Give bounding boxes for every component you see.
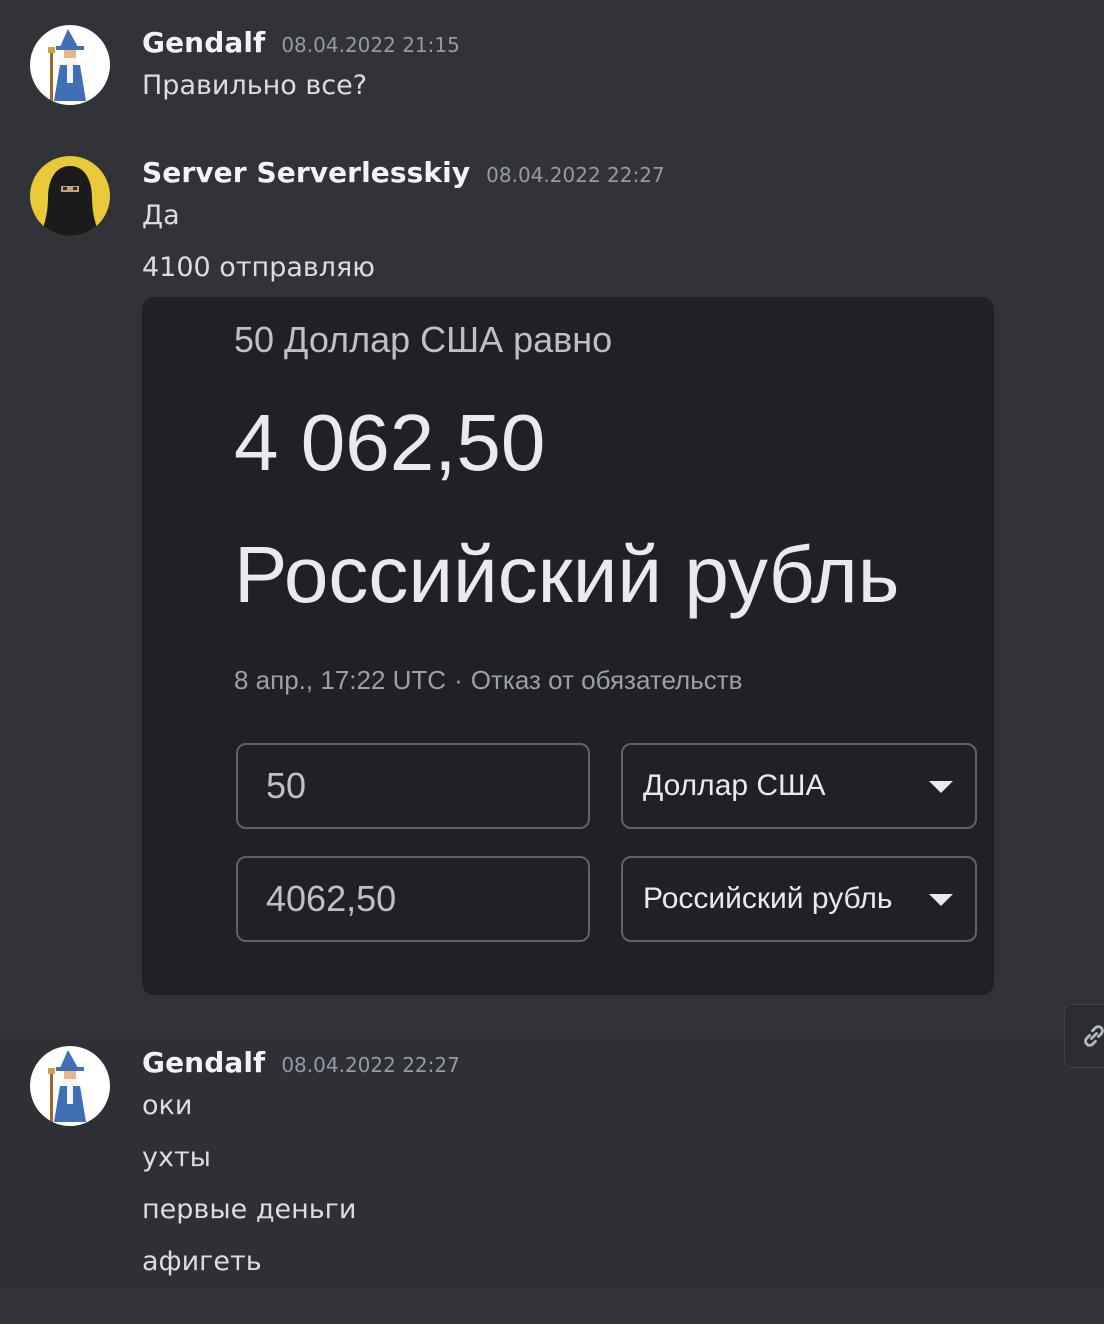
disclaimer-link: Отказ от обязательств [470, 665, 743, 695]
from-amount-value: 50 [266, 765, 307, 806]
conversion-meta: 8 апр., 17:22 UTC · Отказ от обязательств [234, 665, 742, 696]
wizard-icon [30, 25, 110, 105]
wizard-avatar[interactable] [30, 1046, 110, 1126]
hooded-figure-icon [30, 156, 110, 236]
from-currency-select: Доллар США [621, 743, 977, 829]
dropdown-caret-icon [929, 894, 953, 906]
conversion-result-currency: Российский рубль [234, 530, 900, 619]
conversion-date-time: 8 апр., 17:22 UTC [234, 665, 447, 695]
chat-messages: Gendalf 08.04.2022 21:15 Правильно все? … [0, 0, 1104, 1324]
wizard-icon [30, 1046, 110, 1126]
message-text: Да [142, 200, 180, 231]
to-amount-field: 4062,50 [236, 856, 590, 942]
hooded-figure-avatar[interactable] [30, 156, 110, 236]
conversion-result-amount: 4 062,50 [234, 398, 546, 487]
conversion-equals-line: 50 Доллар США равно [234, 319, 613, 360]
message-text: афигеть [142, 1246, 262, 1277]
username[interactable]: Gendalf [142, 1046, 265, 1079]
message-text: Правильно все? [142, 70, 368, 101]
to-currency-value: Российский рубль [643, 882, 893, 915]
link-icon [1084, 1025, 1104, 1047]
timestamp: 08.04.2022 22:27 [486, 163, 665, 187]
timestamp: 08.04.2022 22:27 [281, 1053, 460, 1077]
message-text: 4100 отправляю [142, 252, 376, 283]
message-text: оки [142, 1090, 193, 1121]
username[interactable]: Server Serverlesskiy [142, 156, 470, 189]
message-text: ухты [142, 1142, 212, 1173]
from-amount-field: 50 [236, 743, 590, 829]
from-currency-value: Доллар США [643, 769, 826, 802]
username[interactable]: Gendalf [142, 26, 265, 59]
image-attachment[interactable]: 50 Доллар США равно 4 062,50 Российский … [142, 297, 994, 995]
dropdown-caret-icon [929, 781, 953, 793]
timestamp: 08.04.2022 21:15 [281, 33, 460, 57]
separator-dot: · [454, 665, 463, 695]
to-amount-value: 4062,50 [266, 878, 397, 919]
message-text: первые деньги [142, 1194, 357, 1225]
copy-link-button[interactable] [1064, 1004, 1104, 1068]
to-currency-select: Российский рубль [621, 856, 977, 942]
wizard-avatar[interactable] [30, 25, 110, 105]
